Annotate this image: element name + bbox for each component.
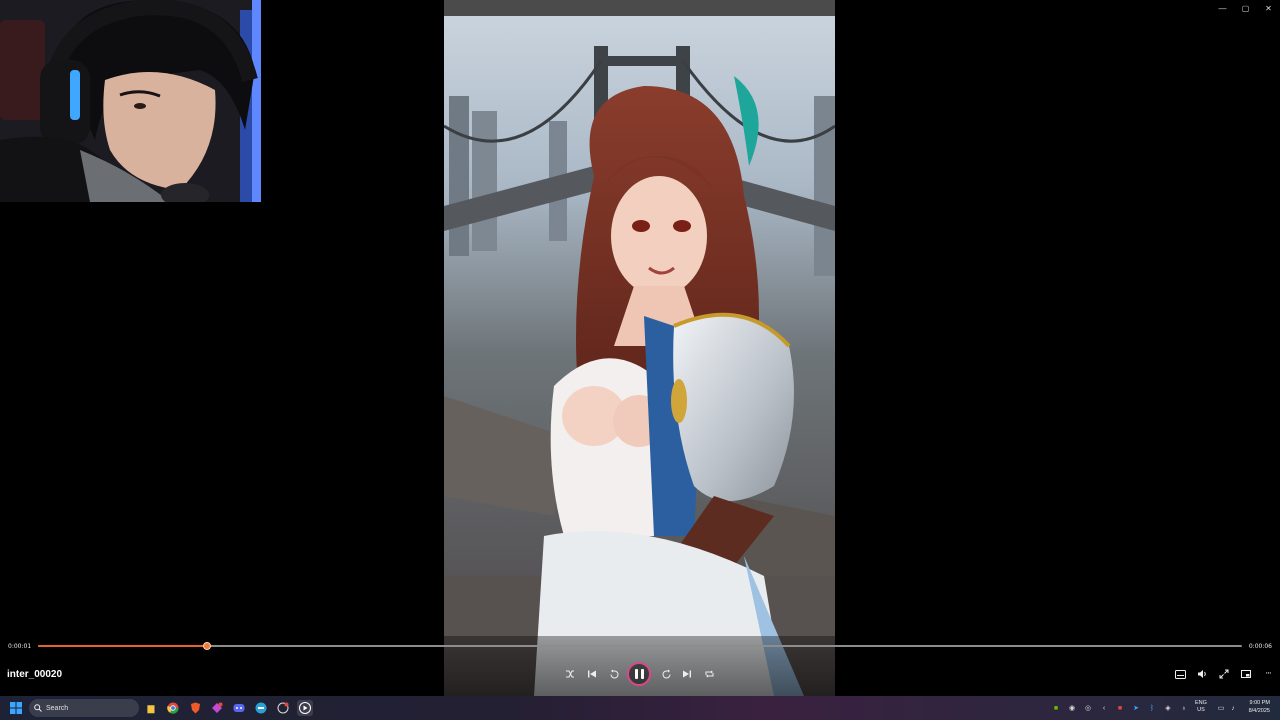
fullscreen-icon bbox=[1219, 669, 1229, 679]
webcam-feed bbox=[0, 0, 261, 202]
tray-discord[interactable]: ◉ bbox=[1066, 702, 1078, 714]
telegram-icon: ➤ bbox=[1133, 705, 1139, 712]
discord-icon bbox=[233, 704, 245, 712]
tray-network[interactable]: ◈ bbox=[1162, 702, 1174, 714]
tray-bluetooth[interactable]: ᛒ bbox=[1146, 702, 1158, 714]
windows-logo-icon bbox=[10, 702, 22, 714]
close-icon: ✕ bbox=[1265, 3, 1272, 13]
start-button[interactable] bbox=[8, 700, 24, 716]
taskbar-brave[interactable] bbox=[187, 700, 203, 716]
seek-bar-fill bbox=[38, 645, 207, 647]
volume-icon bbox=[1197, 670, 1206, 678]
tray-display[interactable]: ▭ bbox=[1215, 702, 1227, 714]
taskbar-app-4[interactable] bbox=[209, 700, 225, 716]
speaker-icon: ♪ bbox=[1231, 704, 1235, 712]
app-icon bbox=[277, 702, 289, 714]
tray-nvidia[interactable]: ■ bbox=[1050, 702, 1062, 714]
repeat-button[interactable] bbox=[698, 665, 720, 683]
skip-previous-icon bbox=[588, 670, 596, 678]
app-icon bbox=[212, 702, 223, 713]
maximize-icon: ▢ bbox=[1241, 3, 1250, 13]
skip-next-icon bbox=[683, 670, 691, 678]
forward-30-icon bbox=[662, 669, 670, 678]
previous-button[interactable] bbox=[581, 665, 603, 683]
clock-time: 9:00 PM bbox=[1249, 700, 1270, 706]
taskbar-file-explorer[interactable]: ▆ bbox=[143, 700, 159, 716]
shuffle-button[interactable] bbox=[559, 665, 581, 683]
media-player-icon bbox=[299, 702, 311, 714]
display-icon: ▭ bbox=[1217, 705, 1225, 712]
window-controls: — ▢ ✕ bbox=[1211, 0, 1280, 16]
subtitles-icon bbox=[1174, 669, 1186, 679]
fullscreen-button[interactable] bbox=[1213, 665, 1235, 683]
tray-mic[interactable]: ♁ bbox=[1178, 702, 1190, 714]
webcam-overlay bbox=[0, 0, 261, 202]
next-button[interactable] bbox=[676, 665, 698, 683]
tray-app[interactable]: ◎ bbox=[1082, 702, 1094, 714]
maximize-button[interactable]: ▢ bbox=[1234, 0, 1257, 16]
app-tray-icon: ■ bbox=[1117, 704, 1123, 712]
rewind-10-icon bbox=[610, 669, 618, 678]
tray-telegram[interactable]: ➤ bbox=[1130, 702, 1142, 714]
tray-volume[interactable]: ♪ bbox=[1227, 702, 1239, 714]
subtitles-button[interactable] bbox=[1169, 665, 1191, 683]
shuffle-icon bbox=[566, 670, 574, 678]
folder-icon: ▆ bbox=[147, 702, 155, 713]
rewind-button[interactable] bbox=[603, 665, 625, 683]
video-frame[interactable] bbox=[444, 0, 835, 696]
video-top-strip bbox=[444, 0, 835, 16]
close-button[interactable]: ✕ bbox=[1257, 0, 1280, 16]
more-options-button[interactable]: ··· bbox=[1257, 665, 1279, 683]
video-content bbox=[444, 16, 835, 696]
pause-icon bbox=[633, 669, 645, 679]
taskbar-clock[interactable]: 9:00 PM 8/4/2025 bbox=[1249, 700, 1270, 715]
language-indicator[interactable]: ENG US bbox=[1195, 700, 1207, 714]
bluetooth-icon: ᛒ bbox=[1149, 704, 1155, 712]
network-icon: ◈ bbox=[1165, 705, 1171, 712]
app-tray-icon: ◎ bbox=[1084, 705, 1092, 712]
player-controls: 0:00:01 0:00:06 inter_00020 ··· bbox=[0, 636, 1280, 696]
taskbar-media-player[interactable] bbox=[297, 700, 313, 716]
tray-arrow[interactable]: ‹ bbox=[1098, 702, 1110, 714]
chrome-icon bbox=[167, 702, 179, 714]
taskbar-app-7[interactable] bbox=[275, 700, 291, 716]
total-time: 0:00:06 bbox=[1248, 643, 1272, 650]
forward-button[interactable] bbox=[655, 665, 677, 683]
video-title: inter_00020 bbox=[7, 669, 63, 680]
minimize-button[interactable]: — bbox=[1211, 0, 1234, 16]
taskbar: Search ▆ ■ ◉ ◎ ‹ ■ ➤ ᛒ ◈ ♁ ENG US ▭ ♪ 9:… bbox=[0, 696, 1280, 720]
microphone-icon: ♁ bbox=[1181, 704, 1187, 712]
seek-bar-thumb[interactable] bbox=[202, 642, 211, 650]
chevron-left-icon: ‹ bbox=[1102, 704, 1106, 712]
pause-button[interactable] bbox=[627, 662, 651, 686]
miniplayer-button[interactable] bbox=[1235, 665, 1257, 683]
discord-tray-icon: ◉ bbox=[1068, 705, 1076, 712]
search-icon bbox=[34, 704, 42, 712]
repeat-icon bbox=[705, 670, 713, 678]
taskbar-app-6[interactable] bbox=[253, 700, 269, 716]
taskbar-discord[interactable] bbox=[231, 700, 247, 716]
video-stage[interactable] bbox=[0, 0, 1280, 696]
seek-bar[interactable] bbox=[38, 642, 1242, 650]
miniplayer-icon bbox=[1241, 670, 1251, 678]
tray-app-2[interactable]: ■ bbox=[1114, 702, 1126, 714]
more-options-icon: ··· bbox=[1265, 669, 1272, 679]
minimize-icon: — bbox=[1218, 3, 1227, 13]
taskbar-search[interactable]: Search bbox=[29, 699, 139, 717]
taskbar-chrome[interactable] bbox=[165, 700, 181, 716]
search-placeholder: Search bbox=[46, 704, 69, 712]
clock-date: 8/4/2025 bbox=[1248, 707, 1270, 714]
nvidia-icon: ■ bbox=[1053, 704, 1059, 712]
app-icon bbox=[255, 702, 267, 714]
language-line1: ENG bbox=[1195, 700, 1207, 706]
language-line2: US bbox=[1197, 707, 1205, 713]
current-time: 0:00:01 bbox=[8, 643, 32, 650]
brave-icon bbox=[190, 702, 200, 714]
volume-button[interactable] bbox=[1191, 665, 1213, 683]
